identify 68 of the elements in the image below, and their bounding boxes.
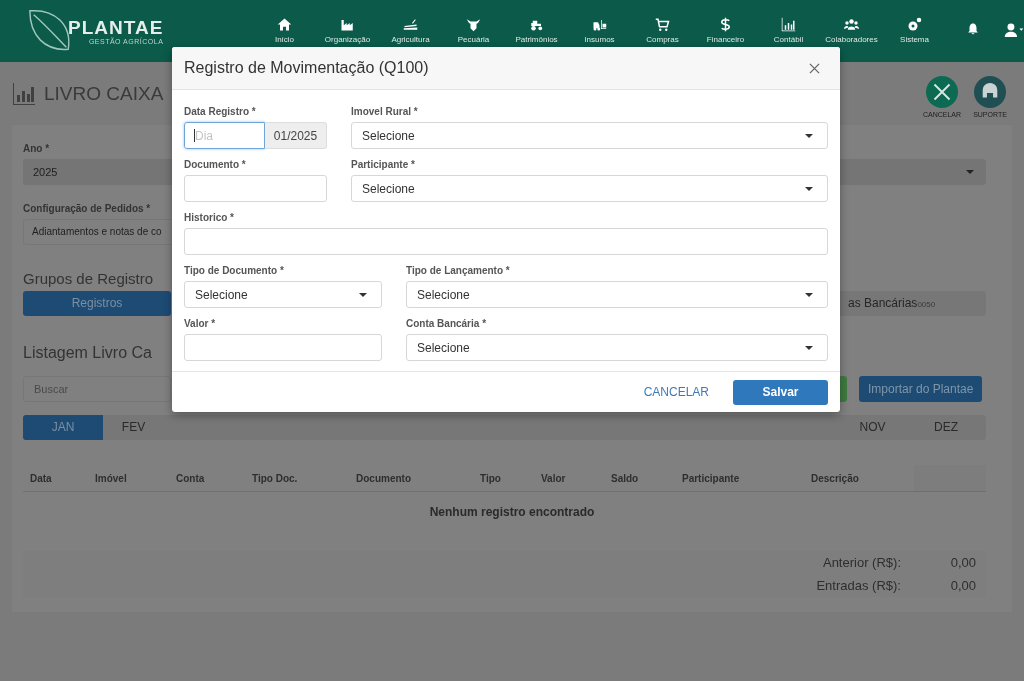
empty-message: Nenhum registro encontrado [429, 505, 595, 519]
people-icon [844, 17, 859, 32]
select-field[interactable]: Selecione [351, 122, 828, 149]
column-header: Valor [541, 472, 566, 484]
close-icon[interactable] [809, 62, 820, 74]
nav-item[interactable]: Compras [631, 0, 694, 44]
field-label: Documento * [184, 159, 247, 170]
page-title: LIVRO CAIXA [44, 82, 164, 105]
month-year-addon: 01/2025 [265, 122, 327, 149]
column-header: Tipo Doc. [252, 472, 298, 484]
nav-item[interactable]: Patrimônios [505, 0, 568, 44]
total-value: 0,00 [949, 578, 977, 593]
field-label: Tipo de Documento * [184, 265, 285, 276]
input-field[interactable] [184, 334, 382, 361]
chart-icon [12, 81, 36, 106]
column-header: Imóvel [95, 472, 127, 484]
field-label: Configuração de Pedidos * [23, 203, 151, 214]
field-label: Valor * [184, 318, 217, 329]
forklift-icon [592, 17, 607, 32]
total-label: Entradas (R$): [815, 578, 901, 593]
select-field[interactable]: Selecione [351, 175, 828, 202]
modal-title: Registro de Movimentação (Q100) [184, 59, 429, 77]
nav-item[interactable]: Sistema [883, 0, 946, 44]
column-header: Descrição [811, 472, 859, 484]
logo-wordmark: PLANTAE [68, 17, 164, 38]
chart-icon [781, 17, 796, 32]
field-label: Historico * [184, 212, 235, 223]
nav-item[interactable]: Financeiro [694, 0, 757, 44]
close-icon [926, 75, 958, 108]
cancel-link[interactable]: CANCELAR [643, 385, 709, 399]
animal-icon [466, 17, 481, 32]
bell-icon[interactable] [966, 22, 980, 36]
field-label: Ano * [23, 143, 50, 154]
section-title: Listagem Livro Ca [23, 344, 152, 362]
nav-item[interactable]: Início [253, 0, 316, 44]
field-label: Data Registro * [184, 106, 257, 117]
field-label: Conta Bancária * [406, 318, 488, 329]
column-header: Documento [356, 472, 411, 484]
cart-icon [655, 17, 670, 32]
total-value: 0,00 [949, 555, 977, 570]
select-field[interactable]: Selecione [406, 334, 828, 361]
section-title: Grupos de Registro [23, 270, 154, 287]
dollar-icon [718, 17, 733, 32]
column-header: Data [30, 472, 52, 484]
nav-item[interactable]: Pecuária [442, 0, 505, 44]
home-icon [277, 17, 292, 32]
nav-item[interactable]: Agricultura [379, 0, 442, 44]
column-header: Conta [176, 472, 205, 484]
input-field[interactable] [184, 228, 828, 255]
nav-item[interactable]: Colaboradores [820, 0, 883, 44]
column-header: Tipo [480, 472, 501, 484]
total-label: Anterior (R$): [821, 555, 901, 570]
column-header: Participante [682, 472, 740, 484]
field-label: Tipo de Lançamento * [406, 265, 511, 276]
nav-item[interactable]: Insumos [568, 0, 631, 44]
group-tab[interactable]: as Bancárias0050 [838, 291, 986, 316]
field-label: Imovel Rural * [351, 106, 419, 117]
user-menu-icon[interactable] [1004, 22, 1024, 38]
factory-icon [340, 17, 355, 32]
input-field[interactable] [184, 175, 327, 202]
save-button[interactable]: Salvar [733, 379, 828, 405]
field-icon [403, 17, 418, 32]
select-field[interactable]: Selecione [184, 281, 382, 308]
column-header: Saldo [611, 472, 639, 484]
nav-item[interactable]: Contábil [757, 0, 820, 44]
select-field[interactable]: Selecione [406, 281, 828, 308]
nav-item[interactable]: Organização [316, 0, 379, 44]
field-label: Participante * [351, 159, 416, 170]
